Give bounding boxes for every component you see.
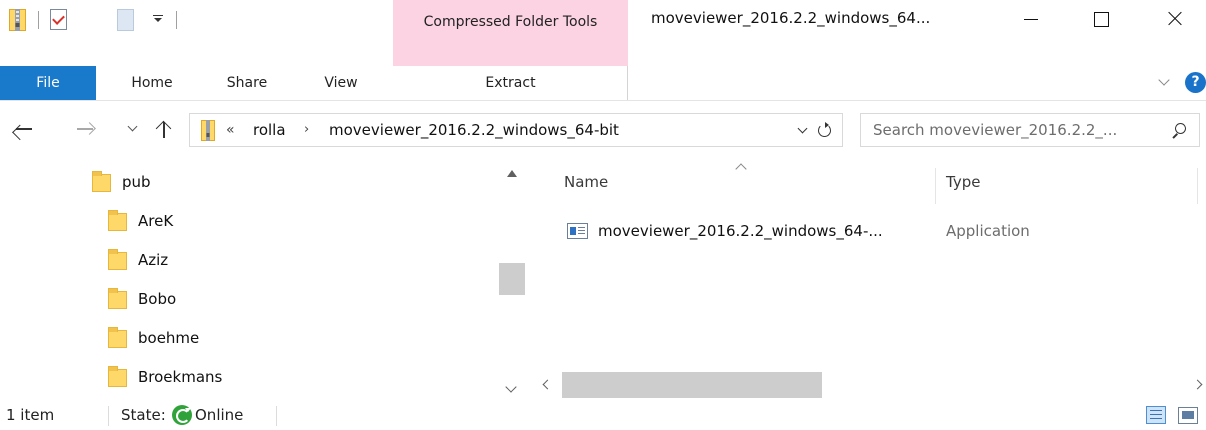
- navigation-pane: pub AreK Aziz Bobo boehme Broekmans: [0, 160, 525, 400]
- search-icon[interactable]: [1171, 122, 1187, 138]
- tab-view[interactable]: View: [319, 66, 363, 100]
- up-arrow-icon[interactable]: [152, 117, 176, 141]
- navigation-scrollbar[interactable]: [499, 163, 525, 398]
- folder-icon: [108, 366, 127, 387]
- horizontal-scrollbar[interactable]: [532, 372, 1206, 398]
- tree-item-label: Aziz: [138, 251, 169, 269]
- tab-share[interactable]: Share: [222, 66, 272, 100]
- status-separator: [276, 406, 277, 426]
- file-name: moveviewer_2016.2.2_windows_64-...: [598, 222, 883, 240]
- qat-separator: [38, 11, 39, 29]
- tree-item-label: boehme: [138, 329, 200, 347]
- column-divider[interactable]: [1197, 168, 1198, 204]
- tab-extract[interactable]: Extract: [468, 66, 553, 100]
- window-title: moveviewer_2016.2.2_windows_64...: [651, 9, 931, 27]
- tree-item-pub[interactable]: pub: [0, 163, 495, 201]
- qat-separator: [176, 11, 177, 29]
- compressed-folder-tools-group: Compressed Folder Tools: [393, 0, 628, 66]
- ribbon-divider: [0, 100, 1206, 101]
- tree-item-boehme[interactable]: boehme: [0, 319, 495, 357]
- back-arrow-icon[interactable]: [12, 117, 36, 141]
- address-dropdown-icon[interactable]: [797, 125, 809, 135]
- minimize-button[interactable]: [1006, 0, 1052, 40]
- maximize-button[interactable]: [1077, 0, 1123, 40]
- tree-item-label: Bobo: [138, 290, 177, 308]
- recent-locations-icon[interactable]: [126, 122, 140, 136]
- folder-icon: [108, 210, 127, 231]
- ribbon-separator: [627, 66, 628, 100]
- file-type: Application: [946, 222, 1030, 240]
- zip-folder-icon[interactable]: [9, 9, 26, 31]
- tree-item-label: Broekmans: [138, 368, 223, 386]
- tree-item-label: pub: [122, 173, 151, 191]
- scroll-up-icon[interactable]: [507, 170, 517, 177]
- tree-item-bobo[interactable]: Bobo: [0, 280, 495, 318]
- folder-icon: [92, 171, 111, 192]
- new-folder-icon[interactable]: [117, 9, 134, 31]
- forward-arrow-icon[interactable]: [73, 117, 97, 141]
- column-header-type[interactable]: Type: [946, 165, 980, 199]
- context-tab-group-label: Compressed Folder Tools: [423, 14, 598, 30]
- search-placeholder: Search moveviewer_2016.2.2_...: [873, 121, 1118, 139]
- title-bar: Compressed Folder Tools moveviewer_2016.…: [0, 0, 1206, 66]
- file-list: Name Type moveviewer_2016.2.2_windows_64…: [532, 160, 1206, 400]
- column-divider[interactable]: [935, 168, 936, 204]
- sync-online-icon: [172, 405, 192, 425]
- scroll-left-icon[interactable]: [542, 379, 553, 390]
- close-button[interactable]: [1152, 0, 1198, 40]
- folder-icon: [108, 249, 127, 270]
- table-row[interactable]: moveviewer_2016.2.2_windows_64-... Appli…: [558, 214, 1198, 248]
- tree-item-broekmans[interactable]: Broekmans: [0, 358, 495, 396]
- breadcrumb-current-folder[interactable]: moveviewer_2016.2.2_windows_64-bit: [329, 114, 619, 146]
- item-count: 1 item: [6, 406, 55, 424]
- breadcrumb-separator[interactable]: ›: [304, 114, 309, 146]
- column-header-name[interactable]: Name: [564, 165, 608, 199]
- scroll-thumb[interactable]: [499, 263, 525, 295]
- tree-item-label: AreK: [138, 212, 174, 230]
- details-view-icon[interactable]: [1146, 406, 1166, 424]
- scroll-down-icon[interactable]: [505, 381, 517, 393]
- state-label: State:: [121, 406, 166, 424]
- tab-home[interactable]: Home: [127, 66, 177, 100]
- properties-icon[interactable]: [50, 9, 67, 30]
- expand-ribbon-icon[interactable]: [1155, 72, 1175, 92]
- application-icon: [567, 223, 588, 239]
- sort-ascending-icon: [735, 163, 747, 175]
- search-input[interactable]: Search moveviewer_2016.2.2_...: [860, 113, 1200, 147]
- status-separator: [108, 406, 109, 426]
- address-bar[interactable]: « rolla › moveviewer_2016.2.2_windows_64…: [189, 113, 843, 147]
- tab-file[interactable]: File: [0, 66, 96, 100]
- zip-folder-icon: [201, 120, 215, 141]
- scroll-thumb[interactable]: [562, 372, 822, 398]
- refresh-icon[interactable]: [816, 121, 834, 139]
- tree-item-aziz[interactable]: Aziz: [0, 241, 495, 279]
- tree-item-arek[interactable]: AreK: [0, 202, 495, 240]
- folder-icon: [108, 327, 127, 348]
- large-icons-view-icon[interactable]: [1178, 407, 1198, 424]
- breadcrumb-rolla[interactable]: rolla: [253, 114, 286, 146]
- help-icon[interactable]: ?: [1185, 72, 1206, 93]
- customize-qat-icon[interactable]: [151, 6, 165, 30]
- status-bar: 1 item State: Online: [0, 400, 1206, 430]
- overflow-chevron-icon[interactable]: «: [226, 114, 235, 146]
- scroll-right-icon[interactable]: [1192, 379, 1203, 390]
- state-value: Online: [195, 406, 244, 424]
- folder-icon: [108, 288, 127, 309]
